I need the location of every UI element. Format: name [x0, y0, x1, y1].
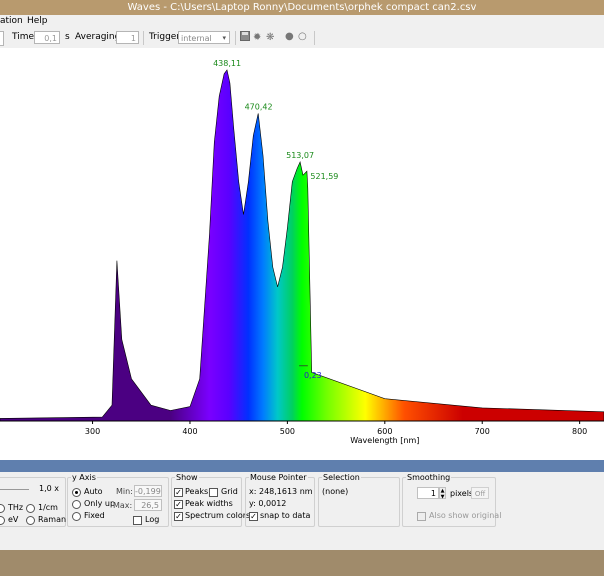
peak-label: 513,07 [286, 151, 314, 160]
averaging-input[interactable]: 1 [116, 31, 139, 44]
smoothing-group: Smoothing 1 ▲ ▼ pixels Off Also show orig… [402, 473, 501, 527]
toolbar: Time: 0,1 s Averaging: 1 Trigger: intern… [0, 28, 604, 49]
peak-widths-label: Peak widths [185, 499, 233, 508]
cm-radio[interactable] [26, 504, 35, 513]
chevron-down-icon: ▾ [222, 34, 226, 42]
toolbar-separator [143, 31, 144, 45]
max-input[interactable]: 26,5 [134, 499, 162, 511]
x-tick-label: 700 [475, 427, 490, 436]
sun-dim-icon[interactable]: ❋ [266, 32, 274, 43]
zoom-slider[interactable] [0, 489, 29, 490]
toolbar-separator [314, 31, 315, 45]
peaks-label: Peaks [185, 487, 209, 496]
auto-radio[interactable] [72, 488, 81, 497]
menu-item-help[interactable]: Help [27, 15, 48, 28]
raman-label: Raman [38, 515, 67, 524]
peak-label: 438,11 [213, 59, 241, 68]
thz-label: THz [8, 503, 24, 512]
settings-panel: 1,0 x THz 1/cm eV Raman y Axis Auto Only… [0, 472, 604, 532]
x-tick-label: 500 [280, 427, 295, 436]
toolbar-separator [235, 31, 236, 45]
cm-label: 1/cm [38, 503, 58, 512]
time-unit: s [65, 32, 70, 42]
spectrum-colors-checkbox[interactable]: ✓ [174, 512, 183, 521]
x-tick-label: 300 [85, 427, 100, 436]
selection-value: (none) [322, 487, 349, 496]
time-input[interactable]: 0,1 [34, 31, 60, 44]
selection-group: Selection (none) [318, 473, 400, 527]
ev-label: eV [8, 515, 19, 524]
x-axis-label: Wavelength [nm] [350, 436, 419, 445]
spectrum-plot[interactable]: 300 400 500 600 700 800 Wavelength [nm] 438,11… [0, 48, 604, 460]
menu-item-ation[interactable]: ation [0, 15, 23, 28]
fixed-radio[interactable] [72, 512, 81, 521]
grid-checkbox[interactable] [209, 488, 218, 497]
smoothing-unit: pixels [450, 489, 474, 498]
menu-bar: ation Help [0, 15, 604, 28]
record-icon[interactable]: ● [285, 31, 294, 42]
cut-off-dropdown[interactable] [0, 31, 4, 46]
mouse-x-readout: x: 248,1613 nm [249, 487, 313, 496]
log-checkbox[interactable] [133, 516, 142, 525]
spectrum-chart: 300 400 500 600 700 800 Wavelength [nm] 438,11… [0, 59, 604, 445]
window-title: Waves - C:\Users\Laptop Ronny\Documents\… [0, 0, 604, 15]
save-icon[interactable] [240, 31, 250, 44]
ev-radio[interactable] [0, 516, 5, 525]
auto-label: Auto [84, 487, 103, 496]
fixed-label: Fixed [84, 511, 105, 520]
spectrum-colors-label: Spectrum colors [185, 511, 251, 520]
x-tick-label: 800 [572, 427, 587, 436]
only-up-radio[interactable] [72, 500, 81, 509]
status-area [0, 532, 604, 550]
trigger-select[interactable]: internal ▾ [178, 31, 230, 44]
x-tick-label: 400 [182, 427, 197, 436]
thz-radio[interactable] [0, 504, 5, 513]
show-group: Show ✓ Peaks Grid ✓ Peak widths ✓ Spectr… [171, 473, 250, 527]
circle-icon[interactable]: ○ [298, 31, 307, 42]
zoom-value: 1,0 x [39, 484, 59, 493]
taskbar-strip [0, 550, 604, 576]
log-label: Log [145, 515, 160, 524]
max-label: Max: [113, 501, 133, 510]
snap-checkbox[interactable]: ✓ [249, 512, 258, 521]
mouse-y-readout: y: 0,0012 [249, 499, 287, 508]
smoothing-input[interactable]: 1 [417, 487, 439, 499]
also-show-original-checkbox[interactable] [417, 512, 426, 521]
grid-label: Grid [221, 487, 238, 496]
y-axis-title: y Axis [71, 473, 97, 482]
selection-title: Selection [322, 473, 361, 482]
peaks-checkbox[interactable]: ✓ [174, 488, 183, 497]
x-units-group: 1,0 x THz 1/cm eV Raman [0, 477, 66, 527]
x-tick-label: 600 [377, 427, 392, 436]
peak-widths-checkbox[interactable]: ✓ [174, 500, 183, 509]
panel-splitter[interactable] [0, 460, 604, 472]
y-axis-group: y Axis Auto Only up Fixed Min: -0,199 Ma… [67, 473, 169, 527]
mouse-pointer-group: Mouse Pointer x: 248,1613 nm y: 0,0012 ✓… [245, 473, 315, 527]
spectrum-area [0, 69, 604, 422]
smoothing-spinner[interactable]: ▲ ▼ [439, 487, 446, 500]
peak-width-label: 0,23 [304, 371, 322, 380]
snap-label: snap to data [260, 511, 311, 520]
smoothing-off-button[interactable]: Off [471, 487, 489, 499]
mouse-pointer-title: Mouse Pointer [249, 473, 308, 482]
show-title: Show [175, 473, 199, 482]
peak-label: 470,42 [245, 102, 273, 111]
sun-icon[interactable]: ✹ [253, 32, 261, 43]
smoothing-title: Smoothing [406, 473, 452, 482]
raman-radio[interactable] [26, 516, 35, 525]
peak-label: 521,59 [310, 172, 338, 181]
also-show-original-label: Also show original [429, 511, 502, 520]
trigger-value: internal [181, 34, 212, 43]
min-input[interactable]: -0,199 [134, 485, 162, 497]
min-label: Min: [116, 487, 133, 496]
only-up-label: Only up [84, 499, 116, 508]
